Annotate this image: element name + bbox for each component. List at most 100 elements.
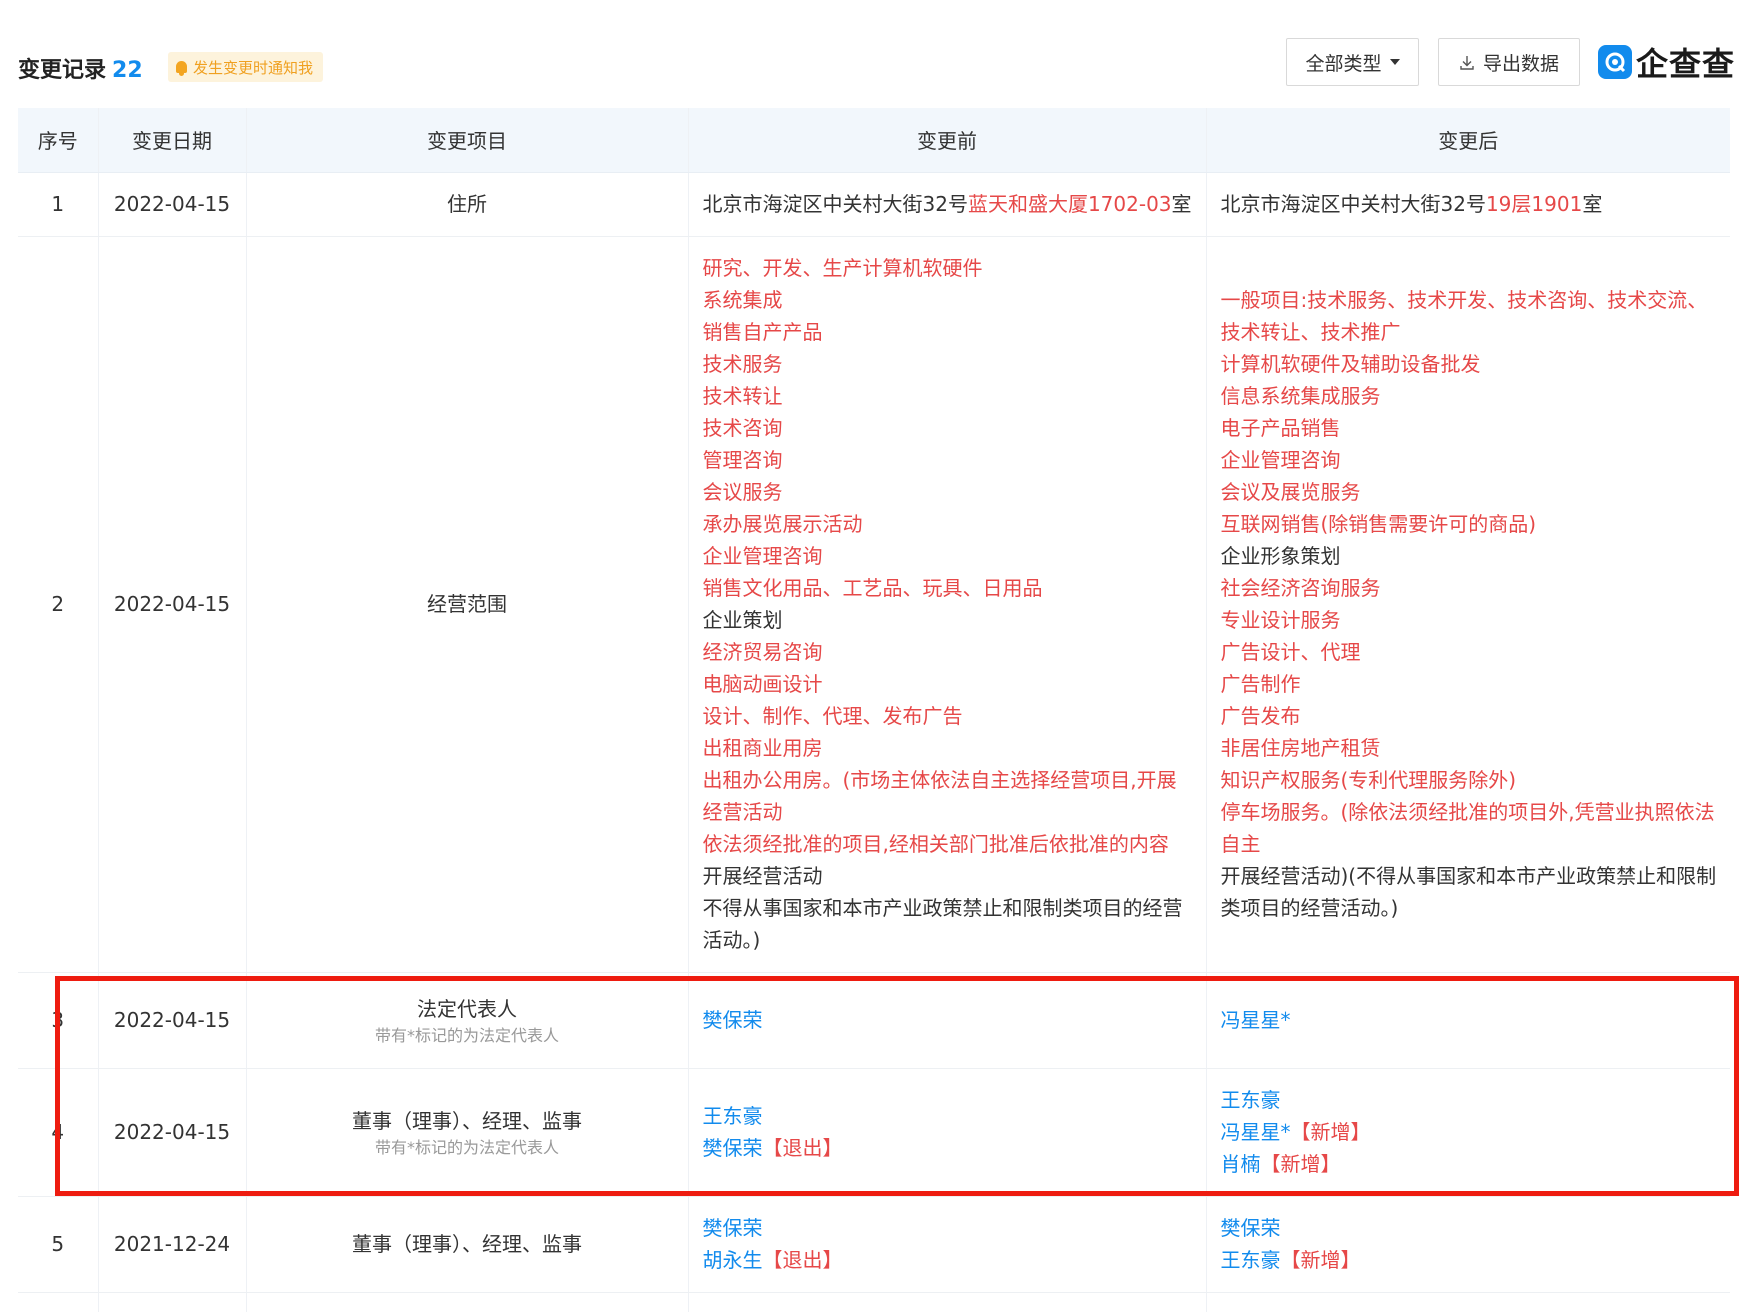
scope-item: 销售自产产品 [702,320,823,344]
row-item-label: 法定代表人 [417,997,517,1021]
person-link[interactable]: 冯星星* [1221,1120,1291,1144]
row-date: 2022-04-15 [98,1068,247,1197]
scope-item: 专业设计服务 [1220,608,1341,632]
type-filter-label: 全部类型 [1305,52,1382,75]
row-after: 王东豪 冯星星*【新增】 肖楠【新增】 [1206,1068,1730,1197]
person-link[interactable]: 樊保荣 [703,1216,763,1240]
scope-before-list: 研究、开发、生产计算机软硬件 系统集成销售自产产品 技术服务技术转让技术咨询管理咨询… [703,252,1196,956]
scope-item: 企业形象策划 [1220,544,1341,568]
brand-logo: 企查查 [1598,42,1736,83]
scope-item: 出租办公用房。(市场主体依法自主选择经营项目,开展经营活动 [702,768,1177,824]
change-records-table: 序号 变更日期 变更项目 变更前 变更后 1 2022-04-15 住所 北京市… [18,108,1730,1312]
person-link[interactable]: 樊保荣 [703,1008,763,1032]
after-changed-text: 19层1901 [1485,192,1583,216]
scope-item: 互联网销售(除销售需要许可的商品) [1220,512,1537,536]
row-item: 住所 [246,172,689,237]
row-date: 2022-04-15 [98,172,247,237]
scope-item: 出租商业用房 [702,736,823,760]
row-item: 经营范围 [246,236,689,973]
scope-item: 一般项目:技术服务、技术开发、技术咨询、技术交流、技术转让、技术推广 [1220,288,1708,344]
person-link[interactable]: 王东豪 [1221,1248,1281,1272]
scope-item: 企业管理咨询 [702,544,823,568]
scope-item: 信息系统集成服务 [1220,384,1381,408]
section-title: 变更记录 22 [18,52,143,84]
row-after: 北京市海淀区中关村大街32号19层1901室 [1206,172,1730,237]
row-after: 冯星星* [1206,972,1730,1069]
after-text: 北京市海淀区中关村大街32号 [1220,192,1486,216]
person-link[interactable]: 冯星星* [1221,1008,1291,1032]
table-row-partial [18,1292,1730,1312]
section-header: 变更记录 22 发生变更时通知我 全部类型 导出数据 企查查 [18,38,1738,98]
row-date: 2021-12-24 [98,1196,247,1293]
scope-item: 系统集成 [702,288,783,312]
caret-down-icon [1389,59,1400,65]
col-header-date: 变更日期 [98,108,247,173]
type-filter-dropdown[interactable]: 全部类型 [1286,38,1419,86]
row-before: 樊保荣 [688,972,1207,1069]
scope-item: 会议服务 [702,480,783,504]
scope-item: 开展经营活动)(不得从事国家和本市产业政策禁止和限制类项目的经营活动。) [1220,864,1717,920]
col-header-after: 变更后 [1206,108,1730,173]
section-title-text: 变更记录 [18,58,107,83]
row-index: 2 [18,236,99,973]
col-header-index: 序号 [18,108,99,173]
table-row: 4 2022-04-15 董事（理事）、经理、监事 带有*标记的为法定代表人 王… [18,1068,1730,1197]
before-changed-text: 蓝天和盛大厦1702-03 [967,192,1172,216]
scope-item: 不得从事国家和本市产业政策禁止和限制类项目的经营活动。) [702,896,1183,952]
scope-item: 企业策划 [702,608,783,632]
row-item: 董事（理事）、经理、监事 [246,1196,689,1293]
row-after: 一般项目:技术服务、技术开发、技术咨询、技术交流、技术转让、技术推广 计算机软硬件… [1206,236,1730,973]
scope-item: 技术转让 [702,384,783,408]
after-text-tail: 室 [1582,192,1603,216]
scope-after-list: 一般项目:技术服务、技术开发、技术咨询、技术交流、技术转让、技术推广 计算机软硬件… [1221,284,1721,924]
table-row: 3 2022-04-15 法定代表人 带有*标记的为法定代表人 樊保荣 冯星星* [18,972,1730,1069]
row-date: 2022-04-15 [98,972,247,1069]
export-data-label: 导出数据 [1482,52,1559,75]
scope-item: 广告设计、代理 [1220,640,1361,664]
scope-item: 会议及展览服务 [1220,480,1361,504]
scope-item: 电脑动画设计 [702,672,823,696]
change-tag: 【新增】 [1290,1120,1371,1144]
person-link[interactable]: 樊保荣 [703,1136,763,1160]
export-data-button[interactable]: 导出数据 [1438,38,1580,86]
scope-item: 停车场服务。(除依法须经批准的项目外,凭营业执照依法自主 [1220,800,1715,856]
scope-item: 广告制作 [1220,672,1301,696]
row-before: 王东豪 樊保荣【退出】 [688,1068,1207,1197]
person-link[interactable]: 王东豪 [1221,1088,1281,1112]
row-index: 5 [18,1196,99,1293]
scope-item: 管理咨询 [702,448,783,472]
scope-item: 研究、开发、生产计算机软硬件 [702,256,983,280]
row-before: 樊保荣 胡永生【退出】 [688,1196,1207,1293]
scope-item: 技术服务 [702,352,783,376]
legal-rep-hint: 带有*标记的为法定代表人 [374,1138,559,1157]
record-count: 22 [112,58,143,83]
person-link[interactable]: 王东豪 [703,1104,763,1128]
row-index: 1 [18,172,99,237]
scope-item: 销售文化用品、工艺品、玩具、日用品 [702,576,1043,600]
scope-item: 非居住房地产租赁 [1220,736,1381,760]
table-row: 2 2022-04-15 经营范围 研究、开发、生产计算机软硬件 系统集成 销售自产… [18,236,1730,973]
notify-me-label: 发生变更时通知我 [193,58,314,77]
bell-icon [176,61,187,76]
brand-name: 企查查 [1636,45,1736,83]
scope-item: 开展经营活动 [702,864,823,888]
change-tag: 【退出】 [762,1136,843,1160]
scope-item: 企业管理咨询 [1220,448,1341,472]
scope-item: 技术咨询 [702,416,783,440]
person-link[interactable]: 肖楠 [1221,1152,1261,1176]
change-tag: 【退出】 [762,1248,843,1272]
person-link[interactable]: 樊保荣 [1221,1216,1281,1240]
table-header-row: 序号 变更日期 变更项目 变更前 变更后 [18,108,1730,173]
scope-item: 设计、制作、代理、发布广告 [702,704,963,728]
before-text-tail: 室 [1171,192,1192,216]
person-link[interactable]: 胡永生 [703,1248,763,1272]
row-item: 法定代表人 带有*标记的为法定代表人 [246,972,689,1069]
change-tag: 【新增】 [1280,1248,1361,1272]
row-after: 樊保荣 王东豪【新增】 [1206,1196,1730,1293]
download-icon [1459,54,1475,70]
row-before: 北京市海淀区中关村大街32号蓝天和盛大厦1702-03室 [688,172,1207,237]
notify-me-button[interactable]: 发生变更时通知我 [168,52,324,82]
scope-item: 电子产品销售 [1220,416,1341,440]
scope-item: 广告发布 [1220,704,1301,728]
col-header-item: 变更项目 [246,108,689,173]
